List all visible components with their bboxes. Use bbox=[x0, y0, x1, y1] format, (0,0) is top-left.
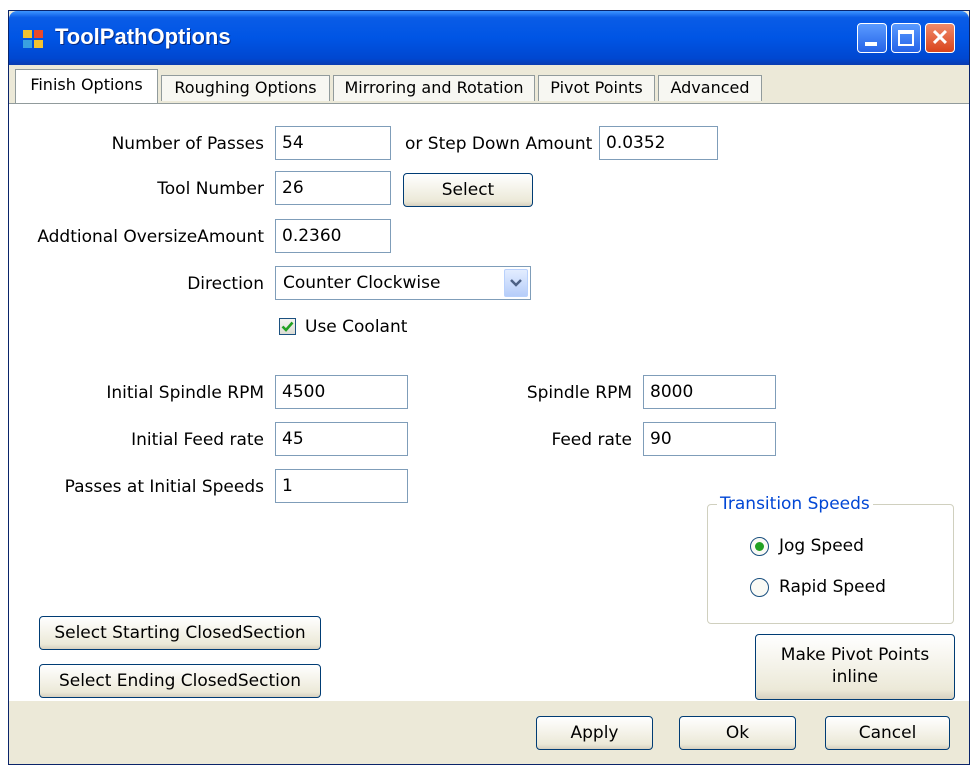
cancel-button[interactable]: Cancel bbox=[825, 716, 950, 750]
direction-value: Counter Clockwise bbox=[283, 273, 441, 293]
make-pivot-line2: inline bbox=[831, 667, 879, 687]
spindle-rpm-input[interactable]: 8000 bbox=[643, 375, 776, 409]
tab-advanced[interactable]: Advanced bbox=[658, 75, 762, 101]
jog-speed-label: Jog Speed bbox=[779, 536, 864, 556]
feed-rate-input[interactable]: 90 bbox=[643, 422, 776, 456]
checkmark-icon bbox=[281, 321, 294, 332]
tab-strip: Finish Options Roughing Options Mirrorin… bbox=[9, 69, 969, 103]
tab-pivot-points[interactable]: Pivot Points bbox=[538, 75, 655, 101]
use-coolant-label: Use Coolant bbox=[305, 317, 408, 337]
initial-spindle-label: Initial Spindle RPM bbox=[106, 383, 264, 403]
direction-dropdown[interactable]: Counter Clockwise bbox=[275, 266, 531, 300]
tab-mirroring-and-rotation[interactable]: Mirroring and Rotation bbox=[333, 75, 535, 101]
close-icon: ✕ bbox=[930, 25, 950, 50]
passes-input[interactable]: 54 bbox=[275, 126, 391, 160]
make-pivot-line1: Make Pivot Points bbox=[780, 645, 930, 665]
passes-initial-label: Passes at Initial Speeds bbox=[64, 477, 264, 497]
initial-feed-input[interactable]: 45 bbox=[275, 422, 408, 456]
use-coolant-checkbox[interactable] bbox=[279, 318, 296, 335]
transition-speeds-title: Transition Speeds bbox=[717, 494, 873, 514]
window-title: ToolPathOptions bbox=[55, 24, 231, 49]
maximize-button[interactable] bbox=[891, 23, 921, 53]
tab-finish-options[interactable]: Finish Options bbox=[15, 69, 158, 103]
minimize-button[interactable] bbox=[857, 23, 887, 53]
close-button[interactable]: ✕ bbox=[925, 23, 955, 53]
finish-options-panel: Number of Passes 54 or Step Down Amount … bbox=[9, 103, 969, 701]
make-pivot-points-inline-button[interactable]: Make Pivot Points inline bbox=[755, 634, 955, 700]
title-bar[interactable]: ToolPathOptions ✕ bbox=[9, 11, 969, 65]
tool-number-input[interactable]: 26 bbox=[275, 171, 391, 205]
initial-feed-label: Initial Feed rate bbox=[131, 430, 264, 450]
direction-label: Direction bbox=[187, 274, 264, 294]
tool-number-label: Tool Number bbox=[157, 179, 264, 199]
toolpath-options-window: ToolPathOptions ✕ Finish Options Roughin… bbox=[8, 10, 970, 765]
spindle-rpm-label: Spindle RPM bbox=[526, 383, 632, 403]
radio-selected-dot bbox=[755, 542, 764, 551]
dialog-button-bar: Apply Ok Cancel bbox=[9, 701, 969, 764]
stepdown-label: or Step Down Amount bbox=[405, 134, 593, 154]
chevron-down-icon[interactable] bbox=[504, 269, 528, 297]
apply-button[interactable]: Apply bbox=[536, 716, 653, 750]
initial-spindle-input[interactable]: 4500 bbox=[275, 375, 408, 409]
feed-rate-label: Feed rate bbox=[551, 430, 633, 450]
jog-speed-radio[interactable] bbox=[750, 537, 769, 556]
minimize-icon bbox=[865, 42, 877, 46]
ok-button[interactable]: Ok bbox=[679, 716, 796, 750]
tab-roughing-options[interactable]: Roughing Options bbox=[161, 75, 330, 101]
stepdown-input[interactable]: 0.0352 bbox=[599, 126, 718, 160]
select-ending-closedsection-button[interactable]: Select Ending ClosedSection bbox=[39, 664, 321, 698]
oversize-input[interactable]: 0.2360 bbox=[275, 219, 391, 253]
select-tool-button[interactable]: Select bbox=[403, 173, 533, 207]
passes-label: Number of Passes bbox=[111, 134, 264, 154]
transition-speeds-group bbox=[707, 504, 954, 624]
rapid-speed-radio[interactable] bbox=[750, 578, 769, 597]
rapid-speed-label: Rapid Speed bbox=[779, 577, 886, 597]
app-icon bbox=[23, 30, 43, 48]
oversize-label: Addtional OversizeAmount bbox=[37, 227, 264, 247]
passes-initial-input[interactable]: 1 bbox=[275, 469, 408, 503]
select-starting-closedsection-button[interactable]: Select Starting ClosedSection bbox=[39, 616, 321, 650]
maximize-icon bbox=[898, 30, 914, 46]
